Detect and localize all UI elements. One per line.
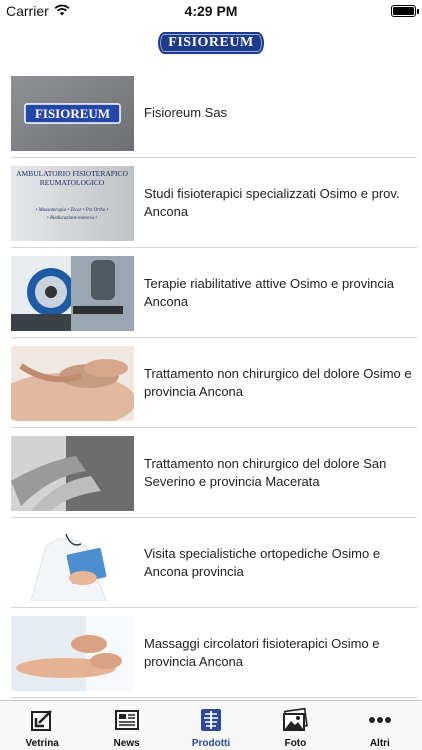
item-thumbnail (11, 616, 134, 691)
tab-altri[interactable]: Altri (338, 701, 422, 750)
thumb-sign-line-4: • Rieducazione motoria • (47, 216, 97, 221)
tab-label: Altri (369, 738, 390, 749)
tab-bar: Vetrina News Prodotti Foto Altri (0, 700, 422, 750)
vetrina-icon (29, 707, 55, 733)
list-item[interactable]: Visita specialistiche ortopediche Osimo … (0, 518, 422, 608)
item-thumbnail: FISIOREUM (11, 76, 134, 151)
status-bar: Carrier 4:29 PM (0, 0, 422, 22)
list-item[interactable]: Trattamento non chirurgico del dolore Sa… (0, 428, 422, 518)
item-thumbnail (11, 436, 134, 511)
header: FISIOREUM (0, 22, 422, 64)
item-thumbnail (11, 346, 134, 421)
list-item[interactable]: Terapie riabilitative attive Osimo e pro… (0, 248, 422, 338)
prodotti-icon (198, 707, 224, 733)
tab-vetrina[interactable]: Vetrina (0, 701, 84, 750)
list-item[interactable]: Massaggi circolatori fisioterapici Osimo… (0, 608, 422, 698)
item-thumbnail (11, 526, 134, 601)
thumb-sign-line-2: REUMATOLOGICO (40, 178, 105, 187)
item-label: Trattamento non chirurgico del dolore Sa… (144, 456, 387, 489)
foto-icon (282, 707, 309, 733)
tab-foto[interactable]: Foto (253, 701, 337, 750)
tab-label: Prodotti (191, 738, 231, 749)
item-label: Studi fisioterapici specializzati Osimo … (144, 186, 400, 219)
battery-icon (391, 5, 419, 17)
tab-news[interactable]: News (84, 701, 168, 750)
tab-label: Foto (284, 738, 307, 749)
status-time: 4:29 PM (184, 3, 238, 19)
item-thumbnail (11, 256, 134, 331)
header-logo: FISIOREUM (158, 32, 264, 54)
thumb-sign-line-3: • Massoterapia • Tecar • Pst Ortho • (36, 208, 109, 213)
tab-prodotti[interactable]: Prodotti (169, 701, 253, 750)
item-label: Fisioreum Sas (144, 105, 228, 120)
list-item[interactable]: Trattamento non chirurgico del dolore Os… (0, 338, 422, 428)
item-label: Terapie riabilitative attive Osimo e pro… (144, 276, 394, 309)
thumb-sign-line-1: AMBULATORIO FISIOTERAPICO (16, 169, 128, 178)
item-label: Massaggi circolatori fisioterapici Osimo… (144, 636, 380, 669)
thumb-logo-text: FISIOREUM (35, 106, 110, 121)
item-label: Visita specialistiche ortopediche Osimo … (144, 546, 381, 579)
list-item[interactable]: FISIOREUM Fisioreum Sas (0, 68, 422, 158)
news-icon (114, 707, 140, 733)
tab-label: Vetrina (25, 738, 59, 749)
item-label: Trattamento non chirurgico del dolore Os… (144, 366, 412, 399)
tab-label: News (113, 738, 140, 749)
list-item[interactable]: AMBULATORIO FISIOTERAPICO REUMATOLOGICO … (0, 158, 422, 248)
item-thumbnail: AMBULATORIO FISIOTERAPICO REUMATOLOGICO … (11, 166, 134, 241)
product-list: FISIOREUM Fisioreum Sas AMBULATORIO FISI… (0, 68, 422, 698)
more-icon (367, 707, 393, 733)
